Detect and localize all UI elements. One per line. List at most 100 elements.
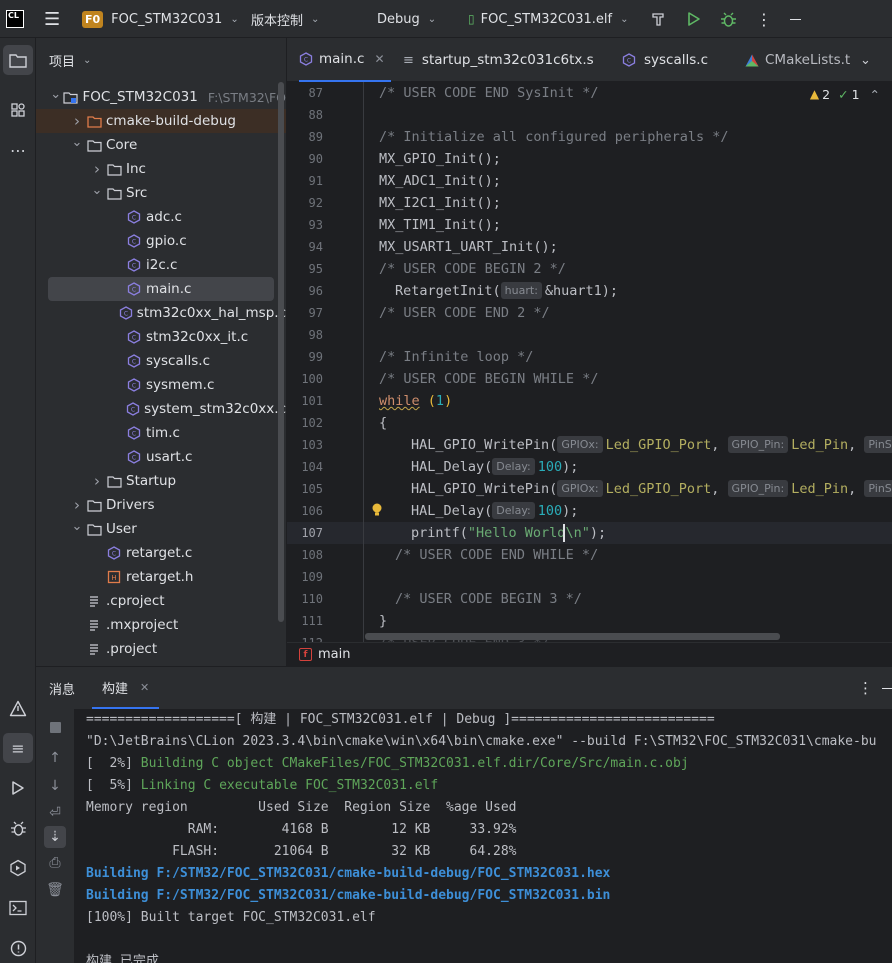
problems-tool-button[interactable] bbox=[3, 693, 33, 723]
inspection-widget[interactable]: ▲ 2 ✓ 1 ⌃ bbox=[803, 84, 880, 104]
project-scrollbar[interactable] bbox=[278, 82, 284, 622]
chevron-right-icon[interactable]: › bbox=[70, 496, 84, 514]
tab-syscalls[interactable]: C syscalls.c bbox=[622, 38, 708, 82]
tree-item[interactable]: .cproject bbox=[36, 589, 286, 613]
scroll-to-end-button[interactable]: ⇣ bbox=[44, 826, 66, 848]
chevron-down-icon[interactable]: ⌄ bbox=[70, 135, 84, 150]
tree-item[interactable]: Cretarget.c bbox=[36, 541, 286, 565]
tree-item[interactable]: › Startup bbox=[36, 469, 286, 493]
project-switcher[interactable]: F0 FOC_STM32C031 ⌄ bbox=[82, 0, 239, 38]
project-tool-button[interactable] bbox=[3, 45, 33, 75]
minimize-button[interactable] bbox=[790, 0, 801, 38]
clear-button[interactable]: 🗑 bbox=[44, 879, 66, 901]
terminal-tool-button[interactable] bbox=[3, 893, 33, 923]
chevron-right-icon[interactable]: › bbox=[70, 112, 84, 130]
tab-cmakelists[interactable]: CMakeLists.t bbox=[745, 38, 850, 82]
more-actions-button[interactable]: ⋮ bbox=[756, 0, 772, 38]
tree-item[interactable]: Cusart.c bbox=[36, 445, 286, 469]
chevron-down-icon[interactable]: ⌄ bbox=[70, 519, 84, 534]
code-line: /* USER CODE END SysInit */ bbox=[379, 85, 599, 101]
structure-tool-button[interactable] bbox=[3, 95, 33, 125]
tree-item[interactable]: Cmain.c bbox=[48, 277, 274, 301]
build-tool-button[interactable]: ≡ bbox=[3, 733, 33, 763]
close-icon[interactable]: ✕ bbox=[140, 681, 149, 694]
tree-item[interactable]: ⌄ Core bbox=[36, 133, 286, 157]
print-button[interactable]: ⎙ bbox=[44, 852, 66, 874]
chevron-right-icon[interactable]: › bbox=[90, 160, 104, 178]
hide-panel-button[interactable] bbox=[882, 667, 892, 709]
tab-main-c[interactable]: C main.c ✕ bbox=[299, 38, 391, 82]
svg-text:C: C bbox=[124, 311, 128, 318]
tree-item-label: FOC_STM32C031 bbox=[82, 89, 198, 105]
tree-item[interactable]: Csyscalls.c bbox=[36, 349, 286, 373]
tree-item[interactable]: ⌄ FOC_STM32C031 F:\STM32\FO bbox=[36, 85, 286, 109]
chevron-down-icon[interactable]: ⌄ bbox=[50, 87, 61, 102]
svg-text:C: C bbox=[132, 287, 136, 294]
tree-item[interactable]: Ci2c.c bbox=[36, 253, 286, 277]
bug-outline-icon bbox=[10, 821, 26, 836]
tree-item[interactable]: .mxproject bbox=[36, 613, 286, 637]
breadcrumb[interactable]: f main bbox=[287, 642, 892, 666]
tree-item[interactable]: Ctim.c bbox=[36, 421, 286, 445]
run-target-selector[interactable]: ▯ FOC_STM32C031.elf ⌄ bbox=[468, 0, 628, 38]
scroll-up-button[interactable]: ↑ bbox=[44, 747, 66, 769]
horizontal-scrollbar[interactable] bbox=[365, 633, 780, 640]
output-text: [100%] Built target FOC_STM32C031.elf bbox=[86, 910, 376, 925]
line-number: 97 bbox=[308, 306, 323, 320]
tree-item-label: Drivers bbox=[106, 497, 155, 513]
project-badge: F0 bbox=[82, 10, 104, 28]
tree-item[interactable]: Cgpio.c bbox=[36, 229, 286, 253]
tab-startup[interactable]: ≡ startup_stm32c031c6tx.s bbox=[403, 38, 594, 82]
main-menu-button[interactable]: ☰ bbox=[44, 0, 60, 38]
line-number: 90 bbox=[308, 152, 323, 166]
close-icon[interactable]: ✕ bbox=[374, 52, 384, 66]
parameter-hint: Delay: bbox=[492, 458, 535, 475]
debug-button[interactable] bbox=[720, 0, 737, 38]
scroll-down-button[interactable]: ↓ bbox=[44, 775, 66, 797]
tree-item[interactable]: ⌄ Src bbox=[36, 181, 286, 205]
tree-item[interactable]: Csystem_stm32c0xx.c bbox=[36, 397, 286, 421]
debug-tool-button[interactable] bbox=[3, 813, 33, 843]
chevron-down-icon: ⌄ bbox=[860, 52, 871, 68]
tree-item[interactable]: Hretarget.h bbox=[36, 565, 286, 589]
more-tools-button[interactable]: ⋯ bbox=[3, 135, 33, 165]
chevron-down-icon[interactable]: ⌄ bbox=[90, 183, 104, 198]
tab-messages[interactable]: 消息 bbox=[49, 667, 75, 709]
build-output[interactable]: ===================[ 构建 | FOC_STM32C031.… bbox=[74, 709, 892, 963]
app-logo[interactable]: CL bbox=[6, 0, 24, 38]
run-button[interactable] bbox=[687, 0, 701, 38]
tree-item[interactable]: Cstm32c0xx_it.c bbox=[36, 325, 286, 349]
build-button[interactable] bbox=[651, 0, 667, 38]
code-line: MX_GPIO_Init(); bbox=[379, 151, 501, 167]
code-editor[interactable]: 87 88 89 90 91 92 93 94 95 96 97 98 99 100 101 102 103 10… bbox=[287, 82, 892, 642]
services-tool-button[interactable] bbox=[3, 853, 33, 883]
code-line: RetargetInit(huart: &huart1); bbox=[395, 280, 618, 302]
tree-item[interactable]: › cmake-build-debug bbox=[36, 109, 286, 133]
tree-item[interactable]: › Drivers bbox=[36, 493, 286, 517]
tree-item[interactable]: Csysmem.c bbox=[36, 373, 286, 397]
tab-label: startup_stm32c031c6tx.s bbox=[421, 52, 594, 68]
tab-list-button[interactable]: ⌄ bbox=[860, 38, 871, 82]
run-target-label: FOC_STM32C031.elf bbox=[480, 11, 613, 27]
hamburger-icon: ☰ bbox=[44, 8, 61, 30]
wrap-icon: ⏎ bbox=[49, 805, 61, 821]
config-selector[interactable]: Debug ⌄ bbox=[377, 0, 436, 38]
soft-wrap-button[interactable]: ⏎ bbox=[44, 802, 66, 824]
project-panel-header[interactable]: 项目 ⌄ bbox=[36, 38, 286, 82]
folder-icon bbox=[106, 162, 122, 176]
stop-button[interactable] bbox=[44, 716, 66, 738]
tree-item[interactable]: Cadc.c bbox=[36, 205, 286, 229]
tree-item-label: adc.c bbox=[146, 209, 182, 225]
tree-item[interactable]: Cstm32c0xx_hal_msp.c bbox=[36, 301, 286, 325]
lightbulb-icon[interactable] bbox=[371, 502, 383, 518]
run-tool-button[interactable] bbox=[3, 773, 33, 803]
tree-item[interactable]: › Inc bbox=[36, 157, 286, 181]
vcs-menu[interactable]: 版本控制 ⌄ bbox=[251, 0, 319, 38]
tree-item[interactable]: .project bbox=[36, 637, 286, 661]
tree-item[interactable]: ⌄ User bbox=[36, 517, 286, 541]
tab-build[interactable]: 构建 ✕ bbox=[92, 667, 160, 709]
panel-options-button[interactable]: ⋮ bbox=[858, 667, 873, 709]
project-panel-title: 项目 bbox=[49, 54, 76, 70]
chevron-right-icon[interactable]: › bbox=[90, 472, 104, 490]
notifications-tool-button[interactable] bbox=[3, 933, 33, 963]
